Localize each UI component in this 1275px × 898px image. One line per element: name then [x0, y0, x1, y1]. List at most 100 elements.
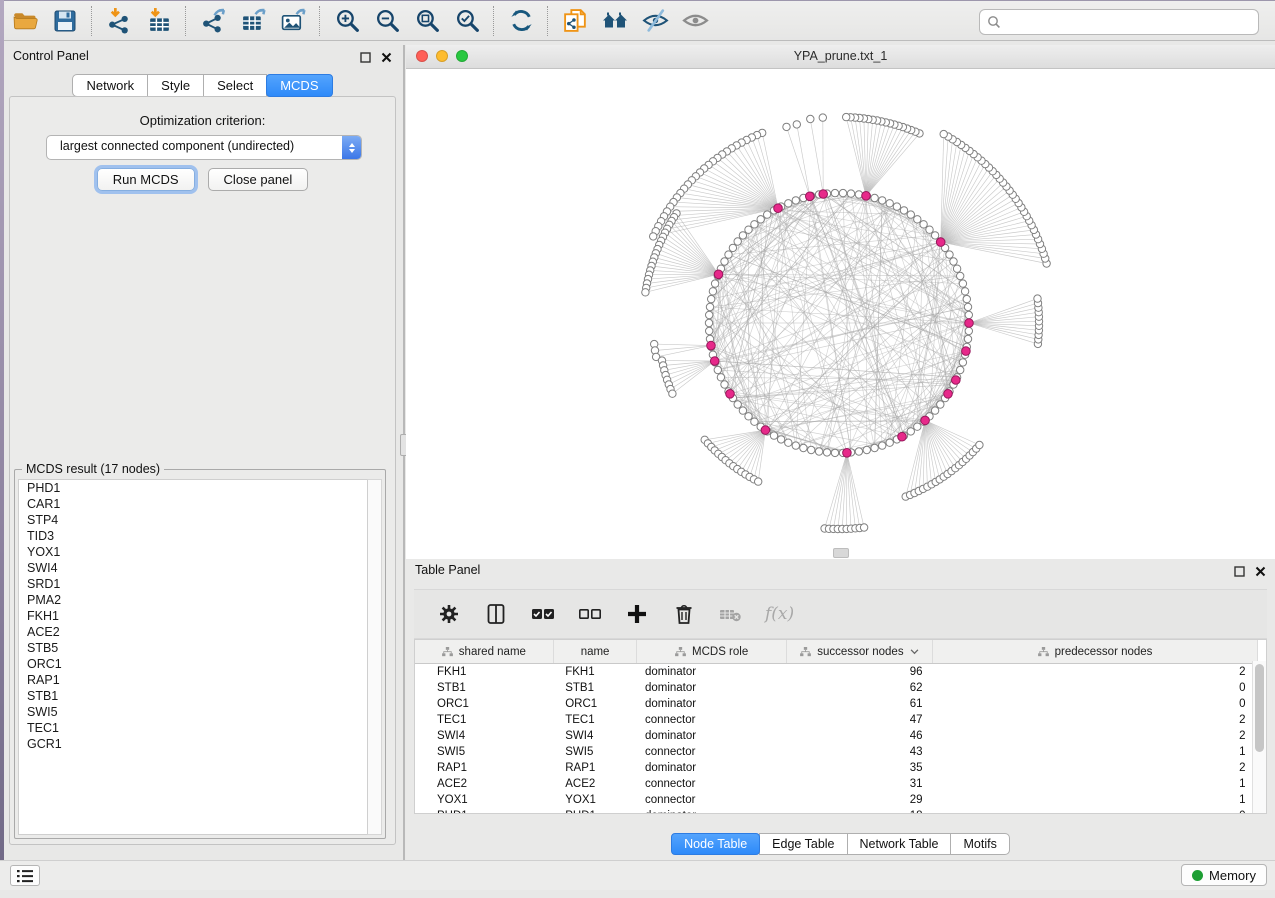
duplicate-network-button[interactable]: [558, 5, 592, 37]
float-table-panel-button[interactable]: [1232, 564, 1246, 578]
network-node[interactable]: [706, 327, 713, 334]
open-file-button[interactable]: [8, 5, 42, 37]
network-node[interactable]: [914, 423, 921, 430]
network-node[interactable]: [965, 311, 972, 318]
network-node[interactable]: [900, 207, 907, 214]
memory-button[interactable]: Memory: [1181, 864, 1267, 886]
network-node[interactable]: [725, 251, 732, 258]
run-mcds-button[interactable]: Run MCDS: [97, 168, 195, 191]
mcds-node[interactable]: [962, 347, 971, 356]
network-node[interactable]: [957, 366, 964, 373]
zoom-fit-button[interactable]: [410, 5, 444, 37]
mcds-list-scrollbar[interactable]: [367, 479, 382, 835]
network-node[interactable]: [792, 442, 799, 449]
network-node[interactable]: [729, 244, 736, 251]
network-node[interactable]: [714, 366, 721, 373]
deselect-all-rows-button[interactable]: [577, 601, 603, 627]
show-columns-button[interactable]: [483, 601, 509, 627]
mcds-node[interactable]: [761, 426, 770, 435]
first-neighbors-button[interactable]: [598, 5, 632, 37]
tab-style[interactable]: Style: [147, 74, 204, 97]
network-node[interactable]: [964, 303, 971, 310]
network-node[interactable]: [739, 232, 746, 239]
network-node[interactable]: [669, 390, 676, 397]
close-panel-button[interactable]: [379, 50, 393, 64]
network-node[interactable]: [734, 238, 741, 245]
table-row[interactable]: ORC1ORC1dominator610: [415, 696, 1258, 712]
network-node[interactable]: [886, 200, 893, 207]
mcds-node[interactable]: [921, 416, 930, 425]
table-row[interactable]: YOX1YOX1connector291: [415, 792, 1258, 808]
network-node[interactable]: [755, 478, 762, 485]
criterion-dropdown[interactable]: largest connected component (undirected): [46, 135, 362, 160]
network-node[interactable]: [946, 251, 953, 258]
table-scrollbar[interactable]: [1252, 661, 1266, 813]
close-table-panel-button[interactable]: [1253, 564, 1267, 578]
mcds-result-item[interactable]: SWI5: [19, 704, 368, 720]
network-node[interactable]: [871, 444, 878, 451]
mcds-result-item[interactable]: SWI4: [19, 560, 368, 576]
tab-node-table[interactable]: Node Table: [671, 833, 760, 855]
export-image-button[interactable]: [276, 5, 310, 37]
network-node[interactable]: [815, 448, 822, 455]
network-node[interactable]: [959, 359, 966, 366]
mcds-node[interactable]: [965, 319, 974, 328]
mcds-node[interactable]: [898, 432, 907, 441]
search-input[interactable]: [1006, 11, 1256, 33]
mcds-node[interactable]: [714, 270, 723, 279]
tab-network[interactable]: Network: [72, 74, 148, 97]
network-window-titlebar[interactable]: YPA_prune.txt_1: [406, 45, 1275, 69]
network-node[interactable]: [950, 258, 957, 265]
network-node[interactable]: [751, 221, 758, 228]
network-node[interactable]: [860, 524, 867, 531]
mcds-result-item[interactable]: YOX1: [19, 544, 368, 560]
network-node[interactable]: [819, 114, 826, 121]
mcds-node[interactable]: [819, 190, 828, 199]
mcds-node[interactable]: [726, 390, 735, 399]
mcds-result-item[interactable]: TEC1: [19, 720, 368, 736]
network-node[interactable]: [907, 211, 914, 218]
network-node[interactable]: [823, 449, 830, 456]
column-header-successor-nodes[interactable]: successor nodes: [786, 640, 932, 664]
network-node[interactable]: [642, 289, 649, 296]
mcds-result-item[interactable]: FKH1: [19, 608, 368, 624]
delete-column-button[interactable]: [671, 601, 697, 627]
network-node[interactable]: [957, 272, 964, 279]
network-node[interactable]: [893, 203, 900, 210]
mcds-node[interactable]: [710, 357, 719, 366]
tab-mcds[interactable]: MCDS: [266, 74, 332, 97]
network-node[interactable]: [953, 265, 960, 272]
zoom-selected-button[interactable]: [450, 5, 484, 37]
network-node[interactable]: [764, 211, 771, 218]
mcds-node[interactable]: [944, 390, 953, 399]
close-panel-action-button[interactable]: Close panel: [208, 168, 309, 191]
hide-selected-button[interactable]: [638, 5, 672, 37]
mcds-node[interactable]: [952, 376, 961, 385]
network-node[interactable]: [777, 436, 784, 443]
network-node[interactable]: [940, 130, 947, 137]
table-scrollbar-thumb[interactable]: [1255, 664, 1264, 752]
network-node[interactable]: [831, 189, 838, 196]
tab-edge-table[interactable]: Edge Table: [759, 833, 847, 855]
zoom-in-button[interactable]: [330, 5, 364, 37]
network-node[interactable]: [926, 226, 933, 233]
network-node[interactable]: [1034, 295, 1041, 302]
network-node[interactable]: [839, 189, 846, 196]
network-node[interactable]: [751, 418, 758, 425]
network-node[interactable]: [855, 448, 862, 455]
network-node[interactable]: [914, 216, 921, 223]
network-node[interactable]: [831, 449, 838, 456]
tab-network-table[interactable]: Network Table: [847, 833, 952, 855]
network-node[interactable]: [650, 233, 657, 240]
create-column-button[interactable]: [624, 601, 650, 627]
network-node[interactable]: [792, 197, 799, 204]
import-table-button[interactable]: [142, 5, 176, 37]
mcds-result-item[interactable]: TID3: [19, 528, 368, 544]
mcds-result-item[interactable]: ORC1: [19, 656, 368, 672]
network-node[interactable]: [734, 401, 741, 408]
network-node[interactable]: [808, 446, 815, 453]
network-node[interactable]: [847, 190, 854, 197]
network-node[interactable]: [705, 319, 712, 326]
mcds-result-item[interactable]: STB5: [19, 640, 368, 656]
network-node[interactable]: [800, 444, 807, 451]
